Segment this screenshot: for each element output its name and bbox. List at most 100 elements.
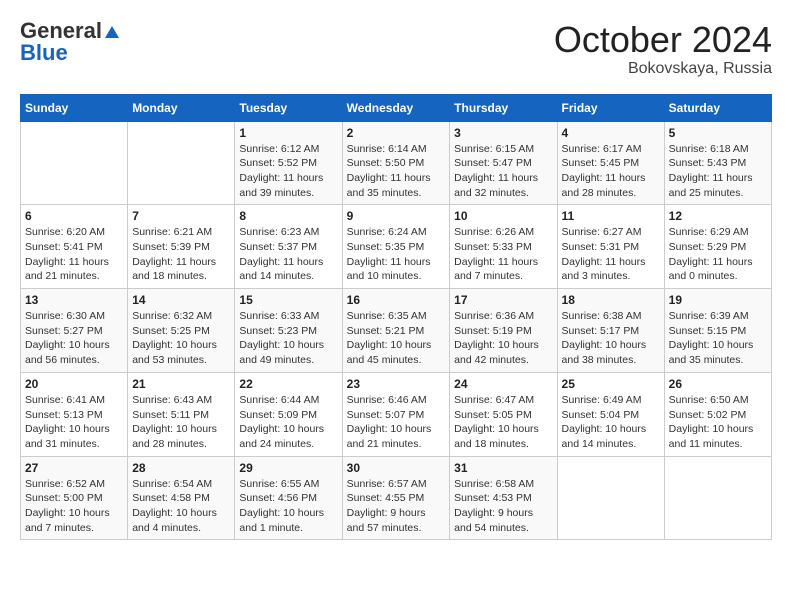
day-info: Sunrise: 6:57 AMSunset: 4:55 PMDaylight:… bbox=[347, 477, 446, 536]
calendar-cell: 28Sunrise: 6:54 AMSunset: 4:58 PMDayligh… bbox=[128, 456, 235, 540]
calendar-week-row: 20Sunrise: 6:41 AMSunset: 5:13 PMDayligh… bbox=[21, 372, 772, 456]
day-number: 12 bbox=[669, 209, 767, 223]
calendar-table: SundayMondayTuesdayWednesdayThursdayFrid… bbox=[20, 94, 772, 541]
day-info: Sunrise: 6:26 AMSunset: 5:33 PMDaylight:… bbox=[454, 225, 552, 284]
day-number: 27 bbox=[25, 461, 123, 475]
calendar-cell: 1 Sunrise: 6:12 AMSunset: 5:52 PMDaylight… bbox=[235, 121, 342, 205]
calendar-week-row: 1 Sunrise: 6:12 AMSunset: 5:52 PMDaylight… bbox=[21, 121, 772, 205]
day-number: 10 bbox=[454, 209, 552, 223]
day-info: Sunrise: 6:32 AMSunset: 5:25 PMDaylight:… bbox=[132, 309, 230, 368]
day-number: 31 bbox=[454, 461, 552, 475]
calendar-cell: 6Sunrise: 6:20 AMSunset: 5:41 PMDaylight… bbox=[21, 205, 128, 289]
weekday-header: Saturday bbox=[664, 94, 771, 121]
day-info: Sunrise: 6:58 AMSunset: 4:53 PMDaylight:… bbox=[454, 477, 552, 536]
day-info: Sunrise: 6:49 AMSunset: 5:04 PMDaylight:… bbox=[562, 393, 660, 452]
logo-triangle-icon bbox=[104, 24, 120, 40]
day-info: Sunrise: 6:27 AMSunset: 5:31 PMDaylight:… bbox=[562, 225, 660, 284]
day-info: Sunrise: 6:44 AMSunset: 5:09 PMDaylight:… bbox=[239, 393, 337, 452]
calendar-cell bbox=[557, 456, 664, 540]
title-block: October 2024 Bokovskaya, Russia bbox=[554, 20, 772, 78]
day-number: 3 bbox=[454, 126, 552, 140]
calendar-cell: 15 Sunrise: 6:33 AMSunset: 5:23 PMDayligh… bbox=[235, 289, 342, 373]
calendar-cell bbox=[128, 121, 235, 205]
calendar-cell: 16 Sunrise: 6:35 AMSunset: 5:21 PMDayligh… bbox=[342, 289, 450, 373]
day-info: Sunrise: 6:20 AMSunset: 5:41 PMDaylight:… bbox=[25, 225, 123, 284]
day-number: 9 bbox=[347, 209, 446, 223]
calendar-cell: 11Sunrise: 6:27 AMSunset: 5:31 PMDayligh… bbox=[557, 205, 664, 289]
day-number: 8 bbox=[239, 209, 337, 223]
day-number: 22 bbox=[239, 377, 337, 391]
calendar-cell: 18 Sunrise: 6:38 AMSunset: 5:17 PMDayligh… bbox=[557, 289, 664, 373]
day-info: Sunrise: 6:43 AMSunset: 5:11 PMDaylight:… bbox=[132, 393, 230, 452]
day-number: 15 bbox=[239, 293, 337, 307]
weekday-header: Thursday bbox=[450, 94, 557, 121]
calendar-cell: 5Sunrise: 6:18 AMSunset: 5:43 PMDaylight… bbox=[664, 121, 771, 205]
calendar-cell bbox=[664, 456, 771, 540]
calendar-cell: 30 Sunrise: 6:57 AMSunset: 4:55 PMDayligh… bbox=[342, 456, 450, 540]
month-title: October 2024 bbox=[554, 20, 772, 60]
calendar-cell bbox=[21, 121, 128, 205]
day-info: Sunrise: 6:29 AMSunset: 5:29 PMDaylight:… bbox=[669, 225, 767, 284]
day-info: Sunrise: 6:21 AMSunset: 5:39 PMDaylight:… bbox=[132, 225, 230, 284]
calendar-cell: 9 Sunrise: 6:24 AMSunset: 5:35 PMDaylight… bbox=[342, 205, 450, 289]
day-info: Sunrise: 6:52 AMSunset: 5:00 PMDaylight:… bbox=[25, 477, 123, 536]
calendar-cell: 14Sunrise: 6:32 AMSunset: 5:25 PMDayligh… bbox=[128, 289, 235, 373]
day-number: 17 bbox=[454, 293, 552, 307]
weekday-header: Friday bbox=[557, 94, 664, 121]
logo-blue-text: Blue bbox=[20, 42, 68, 64]
day-info: Sunrise: 6:12 AMSunset: 5:52 PMDaylight:… bbox=[239, 142, 337, 201]
day-info: Sunrise: 6:14 AMSunset: 5:50 PMDaylight:… bbox=[347, 142, 446, 201]
day-number: 23 bbox=[347, 377, 446, 391]
day-info: Sunrise: 6:54 AMSunset: 4:58 PMDaylight:… bbox=[132, 477, 230, 536]
weekday-header: Monday bbox=[128, 94, 235, 121]
calendar-cell: 4 Sunrise: 6:17 AMSunset: 5:45 PMDaylight… bbox=[557, 121, 664, 205]
day-number: 24 bbox=[454, 377, 552, 391]
logo: General Blue bbox=[20, 20, 120, 64]
day-number: 25 bbox=[562, 377, 660, 391]
day-number: 4 bbox=[562, 126, 660, 140]
calendar-cell: 2Sunrise: 6:14 AMSunset: 5:50 PMDaylight… bbox=[342, 121, 450, 205]
calendar-cell: 10 Sunrise: 6:26 AMSunset: 5:33 PMDayligh… bbox=[450, 205, 557, 289]
calendar-cell: 7Sunrise: 6:21 AMSunset: 5:39 PMDaylight… bbox=[128, 205, 235, 289]
calendar-cell: 12 Sunrise: 6:29 AMSunset: 5:29 PMDayligh… bbox=[664, 205, 771, 289]
calendar-week-row: 27 Sunrise: 6:52 AMSunset: 5:00 PMDayligh… bbox=[21, 456, 772, 540]
calendar-cell: 29Sunrise: 6:55 AMSunset: 4:56 PMDayligh… bbox=[235, 456, 342, 540]
day-info: Sunrise: 6:33 AMSunset: 5:23 PMDaylight:… bbox=[239, 309, 337, 368]
location-title: Bokovskaya, Russia bbox=[554, 60, 772, 78]
logo-general-text: General bbox=[20, 20, 102, 42]
day-number: 18 bbox=[562, 293, 660, 307]
weekday-header: Tuesday bbox=[235, 94, 342, 121]
day-info: Sunrise: 6:35 AMSunset: 5:21 PMDaylight:… bbox=[347, 309, 446, 368]
day-number: 30 bbox=[347, 461, 446, 475]
day-number: 13 bbox=[25, 293, 123, 307]
weekday-header: Sunday bbox=[21, 94, 128, 121]
day-info: Sunrise: 6:47 AMSunset: 5:05 PMDaylight:… bbox=[454, 393, 552, 452]
calendar-cell: 23Sunrise: 6:46 AMSunset: 5:07 PMDayligh… bbox=[342, 372, 450, 456]
calendar-cell: 8Sunrise: 6:23 AMSunset: 5:37 PMDaylight… bbox=[235, 205, 342, 289]
calendar-cell: 19 Sunrise: 6:39 AMSunset: 5:15 PMDayligh… bbox=[664, 289, 771, 373]
day-info: Sunrise: 6:30 AMSunset: 5:27 PMDaylight:… bbox=[25, 309, 123, 368]
day-number: 19 bbox=[669, 293, 767, 307]
day-info: Sunrise: 6:38 AMSunset: 5:17 PMDaylight:… bbox=[562, 309, 660, 368]
day-number: 26 bbox=[669, 377, 767, 391]
calendar-cell: 24 Sunrise: 6:47 AMSunset: 5:05 PMDayligh… bbox=[450, 372, 557, 456]
day-number: 16 bbox=[347, 293, 446, 307]
day-info: Sunrise: 6:39 AMSunset: 5:15 PMDaylight:… bbox=[669, 309, 767, 368]
day-info: Sunrise: 6:50 AMSunset: 5:02 PMDaylight:… bbox=[669, 393, 767, 452]
calendar-cell: 22 Sunrise: 6:44 AMSunset: 5:09 PMDayligh… bbox=[235, 372, 342, 456]
day-number: 20 bbox=[25, 377, 123, 391]
day-info: Sunrise: 6:36 AMSunset: 5:19 PMDaylight:… bbox=[454, 309, 552, 368]
calendar-cell: 21Sunrise: 6:43 AMSunset: 5:11 PMDayligh… bbox=[128, 372, 235, 456]
calendar-week-row: 13 Sunrise: 6:30 AMSunset: 5:27 PMDayligh… bbox=[21, 289, 772, 373]
weekday-header: Wednesday bbox=[342, 94, 450, 121]
calendar-week-row: 6Sunrise: 6:20 AMSunset: 5:41 PMDaylight… bbox=[21, 205, 772, 289]
day-info: Sunrise: 6:24 AMSunset: 5:35 PMDaylight:… bbox=[347, 225, 446, 284]
page-header: General Blue October 2024 Bokovskaya, Ru… bbox=[20, 20, 772, 78]
calendar-header: SundayMondayTuesdayWednesdayThursdayFrid… bbox=[21, 94, 772, 121]
calendar-cell: 31 Sunrise: 6:58 AMSunset: 4:53 PMDayligh… bbox=[450, 456, 557, 540]
day-info: Sunrise: 6:55 AMSunset: 4:56 PMDaylight:… bbox=[239, 477, 337, 536]
calendar-cell: 13 Sunrise: 6:30 AMSunset: 5:27 PMDayligh… bbox=[21, 289, 128, 373]
day-number: 1 bbox=[239, 126, 337, 140]
day-info: Sunrise: 6:17 AMSunset: 5:45 PMDaylight:… bbox=[562, 142, 660, 201]
day-number: 5 bbox=[669, 126, 767, 140]
